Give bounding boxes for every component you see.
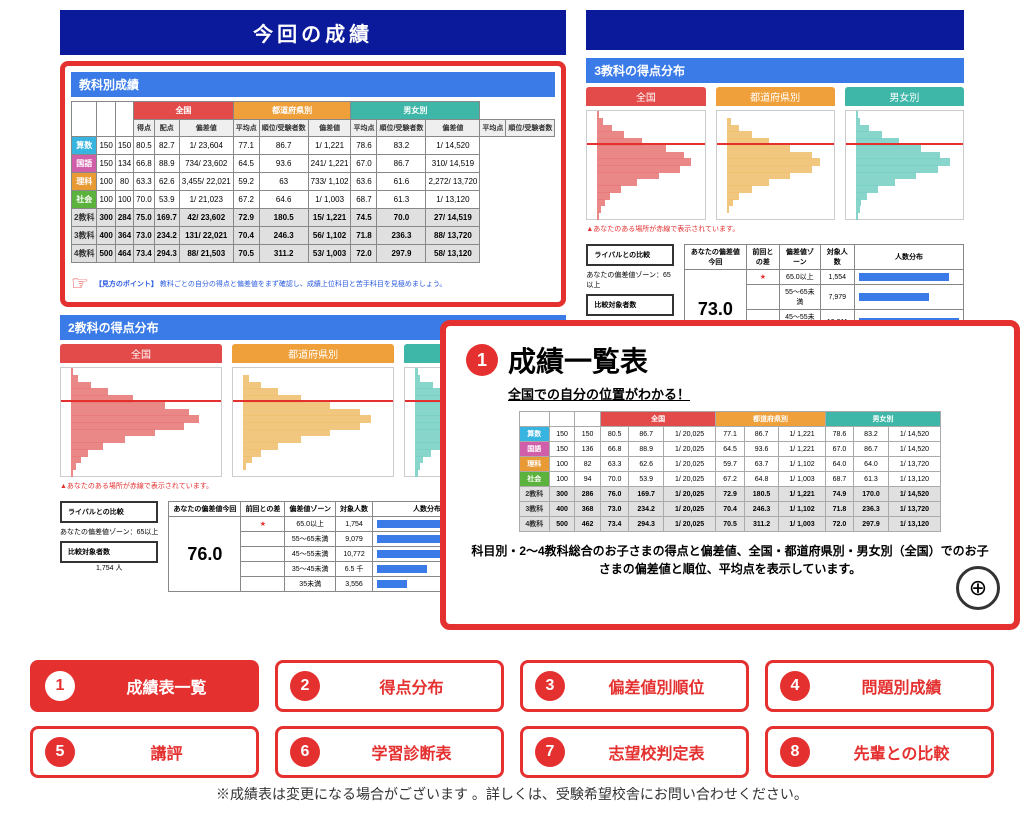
nav-label: 偏差値別順位 — [579, 674, 734, 698]
nav-number-badge: 5 — [45, 737, 75, 767]
nav-label: 問題別成績 — [824, 674, 979, 698]
page-title: 今回の成績 — [60, 10, 566, 55]
nav-button-grid: 1 成績表一覧 2 得点分布 3 偏差値別順位 4 問題別成績 5 講評 6 学習診断表 7 志望校判定… — [0, 660, 1024, 792]
nav-btn-1[interactable]: 1 成績表一覧 — [30, 660, 259, 712]
nav-label: 学習診断表 — [334, 740, 489, 764]
nav-btn-8[interactable]: 8 先輩との比較 — [765, 726, 994, 778]
nav-number-badge: 2 — [290, 671, 320, 701]
nav-number-badge: 8 — [780, 737, 810, 767]
nav-btn-7[interactable]: 7 志望校判定表 — [520, 726, 749, 778]
popup-table: 全国 都道府県別 男女別 算数15015080.586.71/ 20,02577… — [519, 411, 941, 532]
footnote: ※成績表は変更になる場合がございます 。詳しくは、受験希望校舎にお問い合わせくだ… — [0, 784, 1024, 804]
nav-number-badge: 1 — [45, 671, 75, 701]
popup-number-badge: 1 — [466, 344, 498, 376]
zoom-in-button[interactable]: ⊕ — [956, 566, 1000, 610]
nav-btn-5[interactable]: 5 講評 — [30, 726, 259, 778]
nav-label: 講評 — [89, 740, 244, 764]
nav-btn-2[interactable]: 2 得点分布 — [275, 660, 504, 712]
nav-label: 先輩との比較 — [824, 740, 979, 764]
popup-description: 科目別・2〜4教科総合のお子さまの得点と偏差値、全国・都道府県別・男女別（全国）… — [466, 542, 994, 578]
subject-score-box: 教科別成績 全国 都道府県別 男女別 得点配点偏差値平均点順位/受験者数偏差値平… — [60, 61, 566, 307]
popup-title: 成績一覧表 — [508, 340, 648, 380]
page-title-right — [586, 10, 964, 50]
nav-number-badge: 7 — [535, 737, 565, 767]
nav-btn-6[interactable]: 6 学習診断表 — [275, 726, 504, 778]
nav-number-badge: 4 — [780, 671, 810, 701]
section-label: 3教科の得点分布 — [586, 58, 964, 83]
nav-label: 成績表一覧 — [89, 674, 244, 698]
nav-number-badge: 6 — [290, 737, 320, 767]
subject-table: 全国 都道府県別 男女別 得点配点偏差値平均点順位/受験者数偏差値平均点順位/受… — [71, 101, 555, 263]
nav-label: 志望校判定表 — [579, 740, 734, 764]
pointing-hand-icon: ☞ — [71, 271, 89, 296]
nav-number-badge: 3 — [535, 671, 565, 701]
magnifier-plus-icon: ⊕ — [969, 575, 987, 601]
nav-btn-3[interactable]: 3 偏差値別順位 — [520, 660, 749, 712]
popup-subtitle: 全国での自分の位置がわかる！ — [508, 384, 994, 403]
section-label: 教科別成績 — [71, 72, 555, 97]
popup-detail: 1 成績一覧表 全国での自分の位置がわかる！ 全国 都道府県別 男女別 算数15… — [440, 320, 1020, 630]
nav-label: 得点分布 — [334, 674, 489, 698]
nav-btn-4[interactable]: 4 問題別成績 — [765, 660, 994, 712]
